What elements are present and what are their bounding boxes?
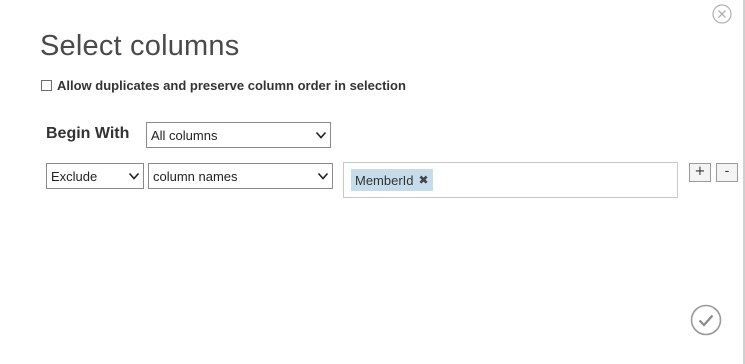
begin-with-select[interactable]: All columns [146, 122, 331, 148]
checkmark-icon[interactable] [690, 304, 722, 336]
rule-type-selected-value: column names [153, 168, 238, 184]
rule-mode-selected-value: Exclude [51, 168, 98, 184]
rule-mode-select[interactable]: Exclude [46, 163, 144, 189]
chevron-down-icon [317, 172, 329, 180]
allow-duplicates-label: Allow duplicates and preserve column ord… [57, 78, 406, 93]
allow-duplicates-checkbox[interactable] [41, 80, 52, 91]
remove-rule-button[interactable]: - [716, 163, 738, 182]
remove-tag-icon[interactable]: ✖ [419, 173, 429, 187]
begin-with-label: Begin With [46, 125, 130, 142]
rule-type-select[interactable]: column names [148, 163, 333, 189]
close-icon[interactable] [712, 4, 732, 24]
chevron-down-icon [128, 172, 140, 180]
select-columns-dialog: Select columns Allow duplicates and pres… [0, 0, 745, 364]
column-names-input[interactable]: MemberId ✖ [343, 162, 678, 198]
column-tag: MemberId ✖ [351, 169, 433, 191]
allow-duplicates-option: Allow duplicates and preserve column ord… [41, 78, 406, 93]
begin-with-selected-value: All columns [151, 127, 218, 143]
column-tag-label: MemberId [355, 172, 414, 188]
dialog-title: Select columns [40, 30, 240, 62]
add-rule-button[interactable]: + [689, 163, 711, 182]
chevron-down-icon [315, 131, 327, 139]
